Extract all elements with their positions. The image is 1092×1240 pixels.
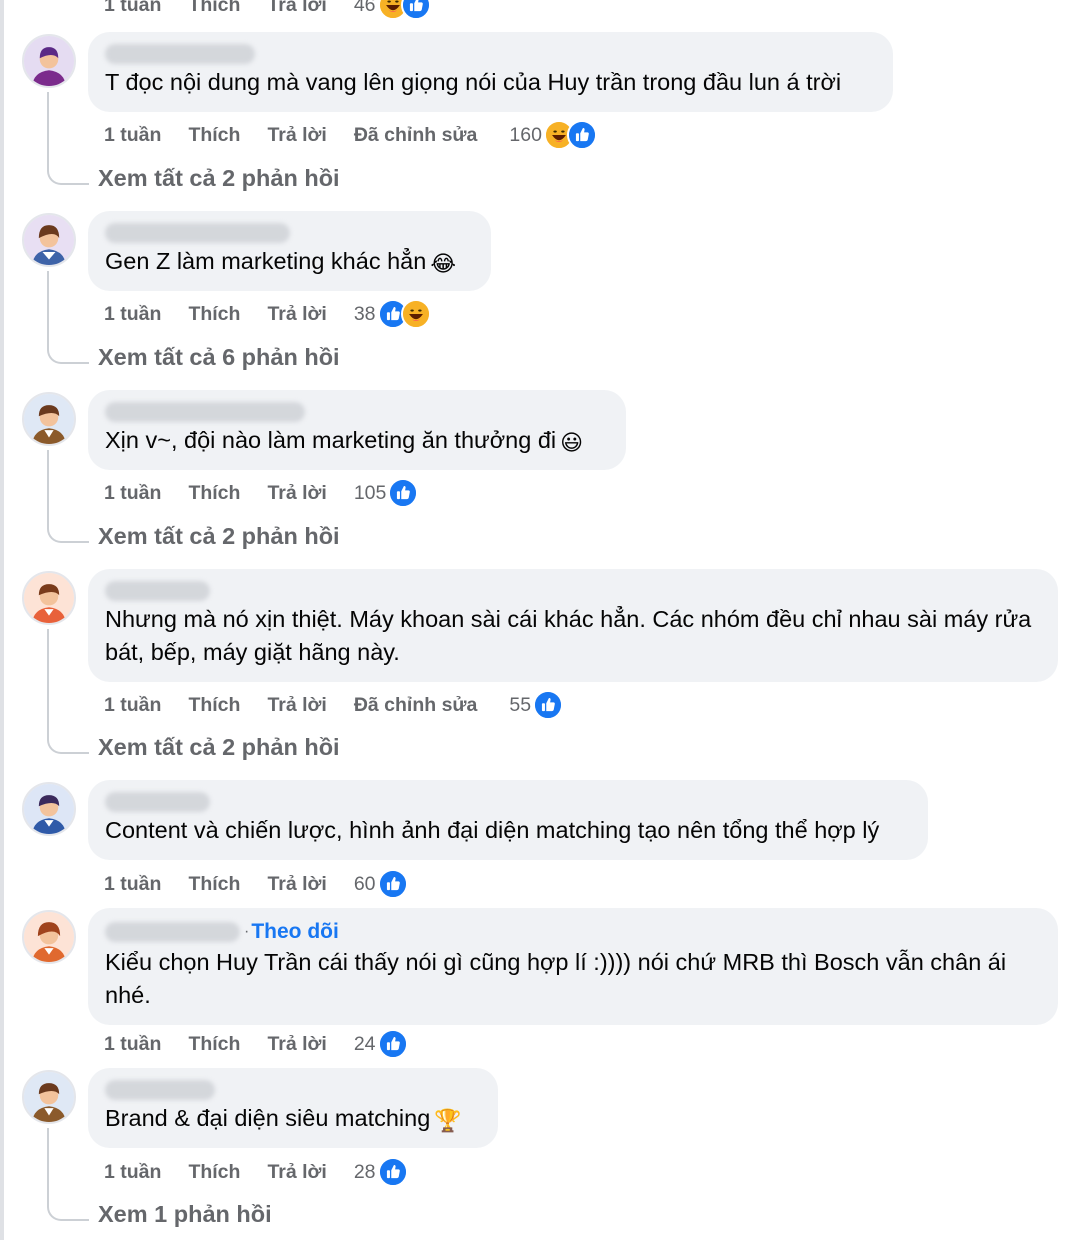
like-button[interactable]: Thích <box>188 873 240 896</box>
reply-button[interactable]: Trả lời <box>267 1161 326 1184</box>
comment-text: Brand & đại diện siêu matching <box>105 1105 431 1131</box>
haha-icon <box>400 299 431 329</box>
author-name[interactable] <box>105 402 305 422</box>
comment-meta-top: 1 tuần Thích Trả lời 46 <box>104 0 431 20</box>
author-name[interactable] <box>105 922 240 942</box>
like-button[interactable]: Thích <box>188 482 240 505</box>
thread-line <box>47 92 89 185</box>
like-icon <box>566 120 597 150</box>
reply-button[interactable]: Trả lời <box>267 694 326 717</box>
comment-text: Gen Z làm marketing khác hẳn <box>105 248 427 274</box>
author-name[interactable] <box>105 44 255 64</box>
like-icon <box>400 0 431 20</box>
comment-time[interactable]: 1 tuần <box>104 873 161 896</box>
avatar[interactable] <box>22 213 76 267</box>
comment-text: Content và chiến lược, hình ảnh đại diện… <box>105 817 880 843</box>
like-button[interactable]: Thích <box>188 694 240 717</box>
comment-meta: 1 tuần Thích Trả lời 60 <box>104 869 408 899</box>
thread-line <box>47 1128 89 1221</box>
reply-button[interactable]: Trả lời <box>267 124 326 147</box>
comment-time[interactable]: 1 tuần <box>104 124 161 147</box>
avatar[interactable] <box>22 34 76 88</box>
left-border <box>0 0 4 1240</box>
comment-time[interactable]: 1 tuần <box>104 1033 161 1056</box>
reaction-count[interactable]: 28 <box>354 1161 376 1184</box>
view-replies-link[interactable]: Xem 1 phản hồi <box>98 1201 272 1228</box>
reply-button[interactable]: Trả lời <box>267 303 326 326</box>
reaction-count[interactable]: 160 <box>509 124 542 147</box>
like-button[interactable]: Thích <box>188 124 240 147</box>
reaction-count[interactable]: 60 <box>354 873 376 896</box>
view-replies-link[interactable]: Xem tất cả 2 phản hồi <box>98 165 340 192</box>
comment-bubble: Xịn v~, đội nào làm marketing ăn thưởng … <box>88 390 626 470</box>
like-icon <box>377 1157 408 1187</box>
thread-line <box>47 629 89 754</box>
author-name[interactable] <box>105 792 210 812</box>
like-icon <box>377 1029 408 1059</box>
comment-text: Nhưng mà nó xịn thiệt. Máy khoan sài cái… <box>105 606 1032 665</box>
comment-bubble: Brand & đại diện siêu matching 🏆 <box>88 1068 498 1148</box>
reaction-count[interactable]: 55 <box>509 694 531 717</box>
comment-bubble: ·Theo dõi Kiểu chọn Huy Trần cái thấy nó… <box>88 908 1058 1025</box>
tears-of-joy-emoji: 😂 <box>430 251 457 276</box>
avatar[interactable] <box>22 782 76 836</box>
avatar[interactable] <box>22 1070 76 1124</box>
view-replies-link[interactable]: Xem tất cả 2 phản hồi <box>98 734 340 761</box>
like-icon <box>388 478 419 508</box>
comment-time[interactable]: 1 tuần <box>104 482 161 505</box>
comment-text: Xịn v~, đội nào làm marketing ăn thưởng … <box>105 427 557 453</box>
like-icon <box>377 869 408 899</box>
reply-button[interactable]: Trả lời <box>267 873 326 896</box>
edited-label: Đã chỉnh sửa <box>353 123 478 146</box>
view-replies-link[interactable]: Xem tất cả 2 phản hồi <box>98 523 340 550</box>
avatar[interactable] <box>22 910 76 964</box>
like-button[interactable]: Thích <box>188 303 240 326</box>
comment-meta: 1 tuần Thích Trả lời 105 <box>104 478 419 508</box>
reaction-count[interactable]: 105 <box>354 482 387 505</box>
comment-text: T đọc nội dung mà vang lên giọng nói của… <box>105 69 842 95</box>
comment-bubble: Gen Z làm marketing khác hẳn 😂 <box>88 211 491 291</box>
thread-line <box>47 450 89 543</box>
comment-time[interactable]: 1 tuần <box>104 1161 161 1184</box>
thread-line <box>47 271 89 364</box>
trophy-emoji: 🏆 <box>434 1108 462 1133</box>
comment-bubble: Content và chiến lược, hình ảnh đại diện… <box>88 780 928 860</box>
smiley-emoji: 😃 <box>560 430 584 455</box>
comment-meta: 1 tuần Thích Trả lời Đã chỉnh sửa 160 <box>104 120 597 150</box>
edited-label: Đã chỉnh sửa <box>353 693 478 716</box>
comment-bubble: T đọc nội dung mà vang lên giọng nói của… <box>88 32 893 112</box>
author-name[interactable] <box>105 1080 215 1100</box>
comment-bubble: Nhưng mà nó xịn thiệt. Máy khoan sài cái… <box>88 569 1058 682</box>
comment-meta: 1 tuần Thích Trả lời 38 <box>104 299 431 329</box>
follow-button[interactable]: Theo dõi <box>251 920 339 943</box>
like-button[interactable]: Thích <box>188 0 240 17</box>
comment-meta: 1 tuần Thích Trả lời 24 <box>104 1029 408 1059</box>
like-button[interactable]: Thích <box>188 1033 240 1056</box>
view-replies-link[interactable]: Xem tất cả 6 phản hồi <box>98 344 340 371</box>
comment-text: Kiểu chọn Huy Trần cái thấy nói gì cũng … <box>105 949 1007 1008</box>
like-icon <box>533 690 564 720</box>
reply-button[interactable]: Trả lời <box>267 0 326 17</box>
reaction-count[interactable]: 46 <box>354 0 376 17</box>
author-name[interactable] <box>105 581 210 601</box>
reply-button[interactable]: Trả lời <box>267 1033 326 1056</box>
reaction-count[interactable]: 24 <box>354 1033 376 1056</box>
avatar[interactable] <box>22 571 76 625</box>
comment-time[interactable]: 1 tuần <box>104 694 161 717</box>
avatar[interactable] <box>22 392 76 446</box>
comment-time[interactable]: 1 tuần <box>104 0 161 17</box>
comment-meta: 1 tuần Thích Trả lời Đã chỉnh sửa 55 <box>104 690 564 720</box>
reply-button[interactable]: Trả lời <box>267 482 326 505</box>
author-name[interactable] <box>105 223 290 243</box>
comment-time[interactable]: 1 tuần <box>104 303 161 326</box>
reaction-count[interactable]: 38 <box>354 303 376 326</box>
like-button[interactable]: Thích <box>188 1161 240 1184</box>
comment-meta: 1 tuần Thích Trả lời 28 <box>104 1157 408 1187</box>
